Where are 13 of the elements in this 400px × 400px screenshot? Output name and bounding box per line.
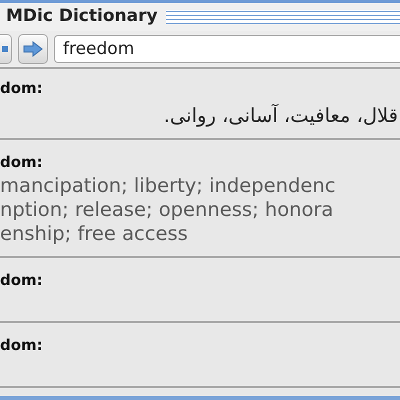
definition-text: قلال، معافیت، آسانی، روانی. <box>164 104 398 127</box>
entry-heading: dom: <box>0 152 43 172</box>
window-title: MDic Dictionary <box>6 5 158 28</box>
definition-text: enship; free access <box>0 222 188 245</box>
entry-heading: dom: <box>0 270 43 290</box>
definition-text: nption; release; openness; honora <box>0 198 334 221</box>
right-arrow-icon <box>23 41 43 57</box>
definition-text: mancipation; liberty; independenc <box>0 174 336 197</box>
forward-button[interactable] <box>18 34 48 64</box>
search-field[interactable]: freedom <box>54 35 400 63</box>
entry-heading: dom: <box>0 78 43 98</box>
entry-heading: dom: <box>0 335 43 355</box>
back-button[interactable] <box>0 34 12 64</box>
